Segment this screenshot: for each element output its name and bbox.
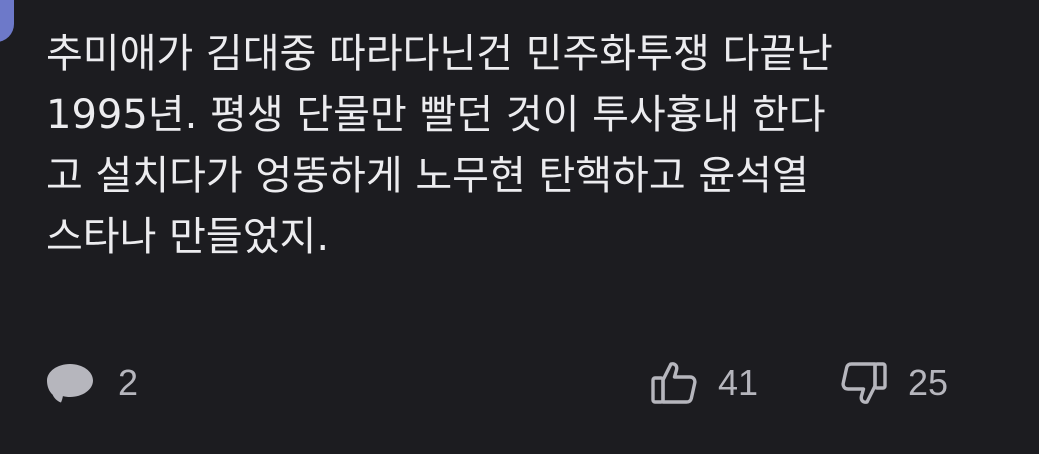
comment-line: 스타나 만들었지. [46,214,330,260]
reply-button[interactable]: 2 [46,355,138,411]
comment-line: 고 설치다가 엉뚱하게 노무현 탄핵하고 윤석열 [46,153,809,199]
speech-bubble-icon [46,361,98,405]
comment-action-bar: 2 41 25 [0,355,1039,411]
avatar[interactable] [0,0,14,42]
dislike-button[interactable]: 25 [840,355,948,411]
thumbs-up-icon [650,360,698,406]
reply-count: 2 [118,362,139,403]
like-button[interactable]: 41 [650,355,758,411]
comment-line: 추미애가 김대중 따라다닌건 민주화투쟁 다끝난 [46,31,833,77]
comment-text: 추미애가 김대중 따라다닌건 민주화투쟁 다끝난 1995년. 평생 단물만 빨… [46,24,996,268]
like-count: 41 [718,362,759,403]
dislike-count: 25 [908,362,949,403]
thumbs-down-icon [840,360,888,406]
comment-line: 1995년. 평생 단물만 빨던 것이 투사흉내 한다 [46,92,826,138]
